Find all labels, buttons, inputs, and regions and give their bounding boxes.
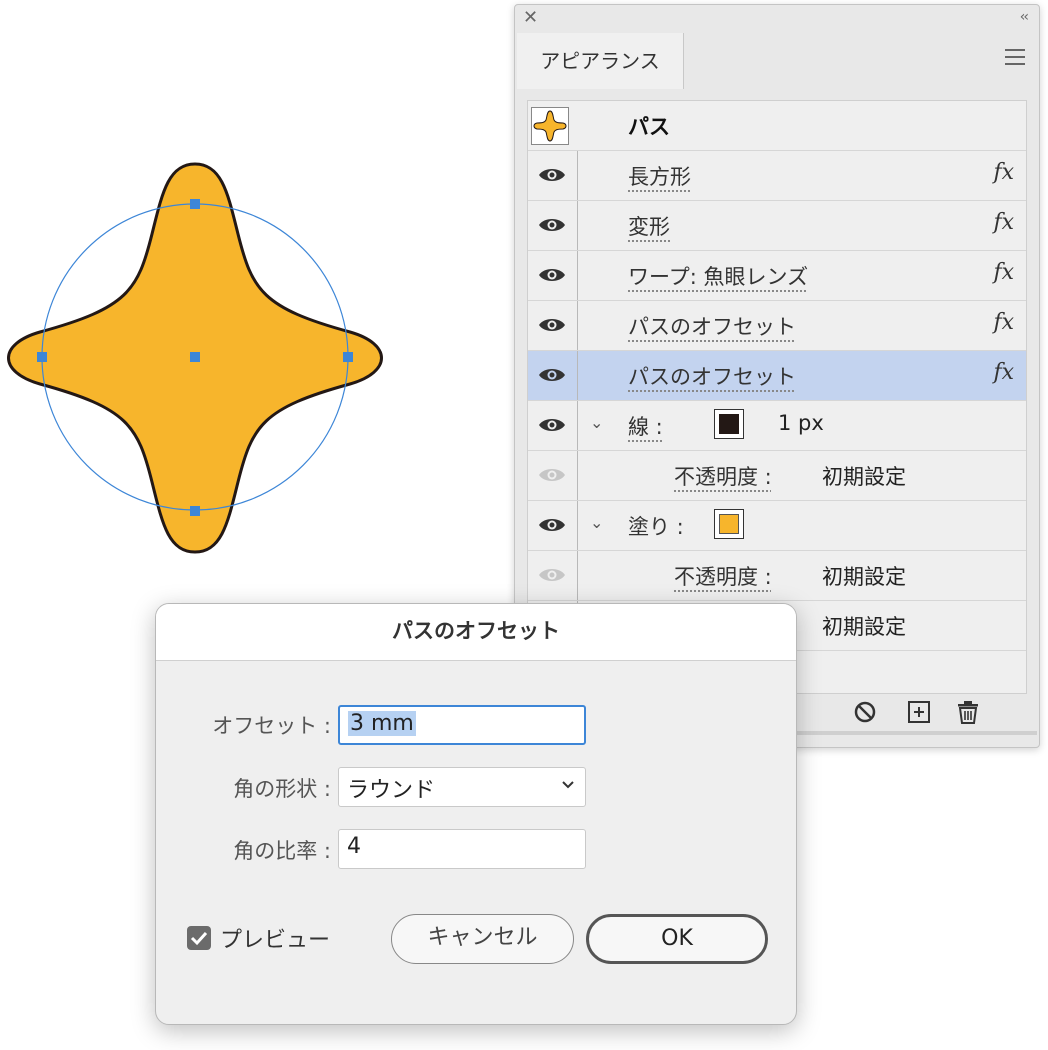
eye-icon-dimmed[interactable]: [538, 565, 566, 585]
collapse-icon[interactable]: ‹‹: [1020, 9, 1029, 25]
star-thumbnail-icon: [533, 110, 567, 142]
effect-label-warp[interactable]: ワープ: 魚眼レンズ: [628, 261, 808, 291]
fx-icon[interactable]: fx: [993, 260, 1014, 285]
eye-icon[interactable]: [538, 365, 566, 385]
anchor-left[interactable]: [37, 352, 47, 362]
center-point[interactable]: [190, 352, 200, 362]
miter-label: 角の比率 :: [233, 839, 331, 863]
effect-row[interactable]: ワープ: 魚眼レンズ fx: [528, 251, 1026, 301]
fill-row[interactable]: ⌄ 塗り :: [528, 501, 1026, 551]
panel-menu-icon[interactable]: [1005, 49, 1025, 70]
anchor-right[interactable]: [343, 352, 353, 362]
stroke-label[interactable]: 線 :: [628, 411, 663, 441]
fill-label[interactable]: 塗り :: [628, 511, 684, 541]
object-row[interactable]: パス: [528, 101, 1026, 151]
effect-label-rectangle[interactable]: 長方形: [628, 161, 691, 191]
fill-opacity-row[interactable]: 不透明度 : 初期設定: [528, 551, 1026, 601]
trash-icon[interactable]: [955, 699, 981, 725]
anchor-bottom[interactable]: [190, 506, 200, 516]
eye-icon-dimmed[interactable]: [538, 465, 566, 485]
miter-input-value[interactable]: 4: [347, 834, 361, 859]
anchor-top[interactable]: [190, 199, 200, 209]
fx-icon[interactable]: fx: [993, 310, 1014, 335]
clear-appearance-icon[interactable]: [852, 699, 878, 725]
chevron-down-icon[interactable]: ⌄: [590, 413, 603, 432]
eye-icon[interactable]: [538, 315, 566, 335]
offset-label: オフセット :: [212, 714, 331, 738]
offset-input[interactable]: 3 mm: [338, 705, 586, 745]
fx-icon[interactable]: fx: [993, 160, 1014, 185]
object-thumbnail: [531, 107, 569, 145]
preview-label[interactable]: プレビュー: [220, 922, 330, 954]
eye-icon[interactable]: [538, 165, 566, 185]
object-opacity-value: 初期設定: [822, 615, 906, 639]
fx-icon[interactable]: fx: [993, 210, 1014, 235]
miter-input[interactable]: 4: [338, 829, 586, 869]
panel-titlebar[interactable]: ✕ ‹‹: [515, 5, 1039, 33]
effect-row[interactable]: 長方形 fx: [528, 151, 1026, 201]
effect-label-transform[interactable]: 変形: [628, 211, 670, 241]
fill-swatch[interactable]: [714, 509, 744, 539]
checkmark-icon: [190, 931, 208, 946]
offset-input-value[interactable]: 3 mm: [348, 711, 416, 736]
effect-label-offset-path[interactable]: パスのオフセット: [628, 311, 796, 341]
effect-row[interactable]: 変形 fx: [528, 201, 1026, 251]
offset-path-dialog: パスのオフセット オフセット : 3 mm 角の形状 : ラウンド 角の比率 :…: [155, 603, 797, 1025]
cancel-button[interactable]: キャンセル: [391, 914, 574, 964]
eye-icon[interactable]: [538, 215, 566, 235]
stroke-swatch[interactable]: [714, 409, 744, 439]
eye-icon[interactable]: [538, 515, 566, 535]
stroke-row[interactable]: ⌄ 線 : 1 px: [528, 401, 1026, 451]
stroke-weight[interactable]: 1 px: [778, 411, 824, 435]
dialog-title: パスのオフセット: [156, 604, 796, 661]
effect-row[interactable]: パスのオフセット fx: [528, 301, 1026, 351]
ok-button[interactable]: OK: [586, 914, 768, 964]
corner-dropdown[interactable]: ラウンド: [338, 767, 586, 807]
chevron-down-icon[interactable]: ⌄: [590, 513, 603, 532]
eye-icon[interactable]: [538, 265, 566, 285]
duplicate-item-icon[interactable]: [906, 699, 932, 725]
stroke-opacity-value: 初期設定: [822, 465, 906, 489]
stroke-opacity-label[interactable]: 不透明度 :: [674, 461, 772, 491]
fx-icon[interactable]: fx: [993, 360, 1014, 385]
effect-label-offset-path-selected[interactable]: パスのオフセット: [628, 361, 796, 391]
eye-icon[interactable]: [538, 415, 566, 435]
object-label: パス: [628, 115, 670, 139]
close-icon[interactable]: ✕: [523, 7, 538, 28]
corner-dropdown-value: ラウンド: [347, 778, 436, 803]
fill-opacity-label[interactable]: 不透明度 :: [674, 561, 772, 591]
effect-row-selected[interactable]: パスのオフセット fx: [528, 351, 1026, 401]
corner-label: 角の形状 :: [233, 777, 331, 801]
star-shape-artwork[interactable]: [0, 150, 400, 560]
tab-appearance[interactable]: アピアランス: [517, 33, 684, 89]
chevron-down-icon: [562, 781, 574, 789]
fill-opacity-value: 初期設定: [822, 565, 906, 589]
preview-checkbox[interactable]: [187, 926, 211, 950]
stroke-opacity-row[interactable]: 不透明度 : 初期設定: [528, 451, 1026, 501]
